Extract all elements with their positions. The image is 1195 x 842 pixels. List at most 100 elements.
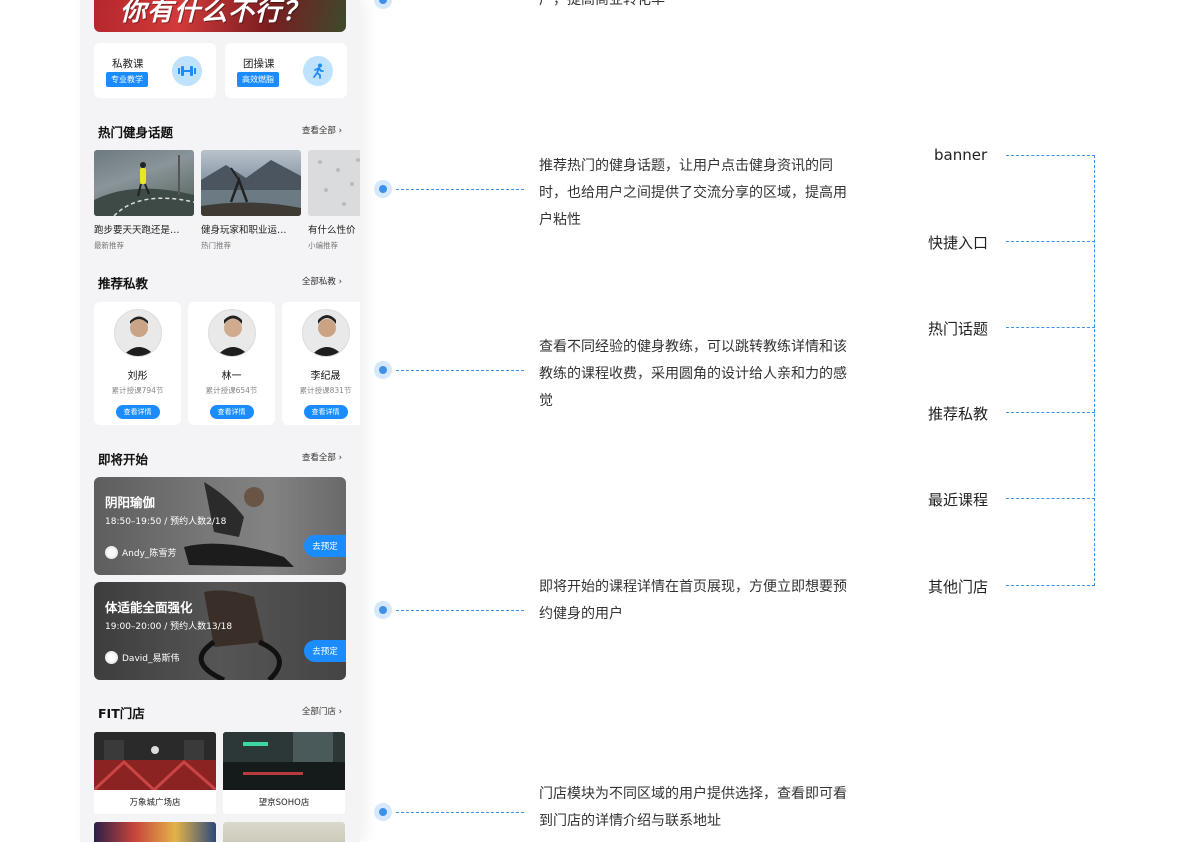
annotation-line	[396, 189, 524, 190]
view-all-classes-label: 查看全部	[301, 453, 336, 463]
banner[interactable]: 你有什么不行？	[94, 0, 346, 32]
structure-line	[1006, 327, 1095, 328]
topic-image	[308, 150, 360, 216]
topic-card[interactable]: 跑步要天天跑还是… 最新推荐	[94, 150, 194, 251]
book-button[interactable]: 去预定	[304, 535, 346, 557]
topic-sub: 小编推荐	[308, 241, 338, 250]
coach-detail-button[interactable]: 查看详情	[303, 405, 348, 419]
coach-detail-button[interactable]: 查看详情	[115, 405, 160, 419]
quick-entry-title: 私教课	[112, 58, 144, 70]
coach-name: 刘彤	[127, 371, 148, 382]
coach-card[interactable]: 李纪晟 累计授课831节 查看详情	[282, 302, 360, 425]
section-title-coaches: 推荐私教	[98, 276, 149, 291]
store-card[interactable]: 万象城广场店	[94, 732, 216, 814]
coach-name: 林一	[221, 371, 242, 382]
class-card[interactable]: 阴阳瑜伽 18:50–19:50 / 预约人数2/18 Andy_陈雪芳 去预定	[94, 477, 346, 575]
topic-sub: 最新推荐	[94, 241, 124, 250]
topic-card[interactable]: 有什么性价 小编推荐	[308, 150, 360, 251]
class-coach: Andy_陈雪芳	[105, 546, 176, 559]
structure-line	[1006, 412, 1095, 413]
structure-label-banner: banner	[934, 146, 988, 164]
structure-label-coaches: 推荐私教	[928, 405, 989, 423]
topic-title: 健身玩家和职业运…	[201, 225, 287, 236]
annotation-dot	[374, 803, 392, 821]
annotation-dot-inner	[379, 366, 387, 374]
topic-sub: 热门推荐	[201, 241, 231, 250]
topic-title: 有什么性价	[308, 225, 356, 236]
avatar	[105, 651, 118, 664]
quick-entry-tag: 高效燃脂	[237, 72, 279, 87]
phone-screen: 你有什么不行？ 私教课 专业教学 团操课 高效燃脂 热门健身话题 查看全部 ›	[80, 0, 360, 842]
annotation-text-topics: 推荐热门的健身话题，让用户点击健身资讯的同时，也给用户之间提供了交流分享的区域，…	[539, 158, 847, 228]
store-image	[94, 822, 216, 842]
coach-count: 累计授课654节	[205, 386, 258, 395]
annotation-dot-inner	[379, 808, 387, 816]
structure-label-stores: 其他门店	[928, 578, 989, 596]
coach-card[interactable]: 刘彤 累计授课794节 查看详情	[94, 302, 181, 425]
structure-label-topics: 热门话题	[928, 320, 989, 338]
class-name: 阴阳瑜伽	[105, 495, 156, 510]
chevron-right-icon: ›	[338, 126, 342, 136]
class-card[interactable]: 体适能全面强化 19:00–20:00 / 预约人数13/18 David_易斯…	[94, 582, 346, 680]
store-image	[223, 732, 345, 790]
store-card[interactable]	[223, 822, 345, 842]
structure-line	[1006, 498, 1095, 499]
annotation-dot	[374, 0, 392, 9]
quick-entry-title: 团操课	[243, 58, 275, 70]
coach-count: 累计授课831节	[299, 386, 352, 395]
chevron-right-icon: ›	[338, 707, 342, 717]
store-card[interactable]: 望京SOHO店	[223, 732, 345, 814]
banner-text: 你有什么不行？	[120, 0, 310, 27]
topic-card[interactable]: 健身玩家和职业运… 热门推荐	[201, 150, 301, 251]
structure-spine	[1094, 155, 1095, 586]
view-all-coaches-link[interactable]: 全部私教 ›	[302, 275, 342, 287]
quick-entry-tag: 专业教学	[106, 72, 148, 87]
class-name: 体适能全面强化	[105, 600, 193, 615]
chevron-right-icon: ›	[338, 453, 342, 463]
annotation-dot-inner	[379, 606, 387, 614]
annotation-dot	[374, 180, 392, 198]
coach-card[interactable]: 林一 累计授课654节 查看详情	[188, 302, 275, 425]
structure-label-classes: 最近课程	[928, 491, 989, 509]
view-all-stores-link[interactable]: 全部门店 ›	[302, 705, 342, 717]
running-icon	[303, 56, 333, 86]
annotation-line	[396, 610, 524, 611]
topic-image	[94, 150, 194, 216]
store-name: 万象城广场店	[129, 798, 181, 808]
store-image	[223, 822, 345, 842]
topic-title: 跑步要天天跑还是…	[94, 225, 180, 236]
view-all-coaches-label: 全部私教	[301, 277, 336, 287]
coach-name: 李纪晟	[310, 371, 341, 382]
structure-line	[1006, 155, 1095, 156]
annotation-text-stores: 门店模块为不同区域的用户提供选择，查看即可看到门店的详情介绍与联系地址	[539, 786, 847, 829]
store-image	[94, 732, 216, 790]
store-name: 望京SOHO店	[258, 798, 310, 808]
annotation-dot-inner	[379, 185, 387, 193]
store-card[interactable]	[94, 822, 216, 842]
structure-line	[1006, 241, 1095, 242]
annotation-dot	[374, 601, 392, 619]
avatar	[105, 546, 118, 559]
class-time: 18:50–19:50 / 预约人数2/18	[105, 517, 227, 527]
class-coach: David_易斯伟	[105, 651, 180, 664]
coach-detail-button[interactable]: 查看详情	[209, 405, 254, 419]
view-all-classes-link[interactable]: 查看全部 ›	[302, 451, 342, 463]
annotation-line	[396, 370, 524, 371]
view-all-topics-label: 查看全部	[301, 126, 336, 136]
chevron-right-icon: ›	[338, 277, 342, 287]
annotation-line	[396, 812, 524, 813]
view-all-topics-link[interactable]: 查看全部 ›	[302, 124, 342, 136]
annotation-text-coaches: 查看不同经验的健身教练，可以跳转教练详情和该教练的课程收费，采用圆角的设计给人亲…	[539, 339, 847, 409]
section-title-topics: 热门健身话题	[98, 125, 174, 140]
annotation-dot-inner	[379, 0, 387, 4]
structure-line	[1006, 585, 1095, 586]
class-coach-name: David_易斯伟	[122, 654, 180, 664]
coach-count: 累计授课794节	[111, 386, 164, 395]
class-time: 19:00–20:00 / 预约人数13/18	[105, 622, 233, 632]
quick-entry-group[interactable]: 团操课 高效燃脂	[225, 43, 347, 98]
book-button[interactable]: 去预定	[304, 640, 346, 662]
class-coach-name: Andy_陈雪芳	[122, 549, 177, 559]
avatar	[113, 309, 162, 357]
structure-label-quick: 快捷入口	[928, 234, 989, 252]
quick-entry-private[interactable]: 私教课 专业教学	[94, 43, 216, 98]
